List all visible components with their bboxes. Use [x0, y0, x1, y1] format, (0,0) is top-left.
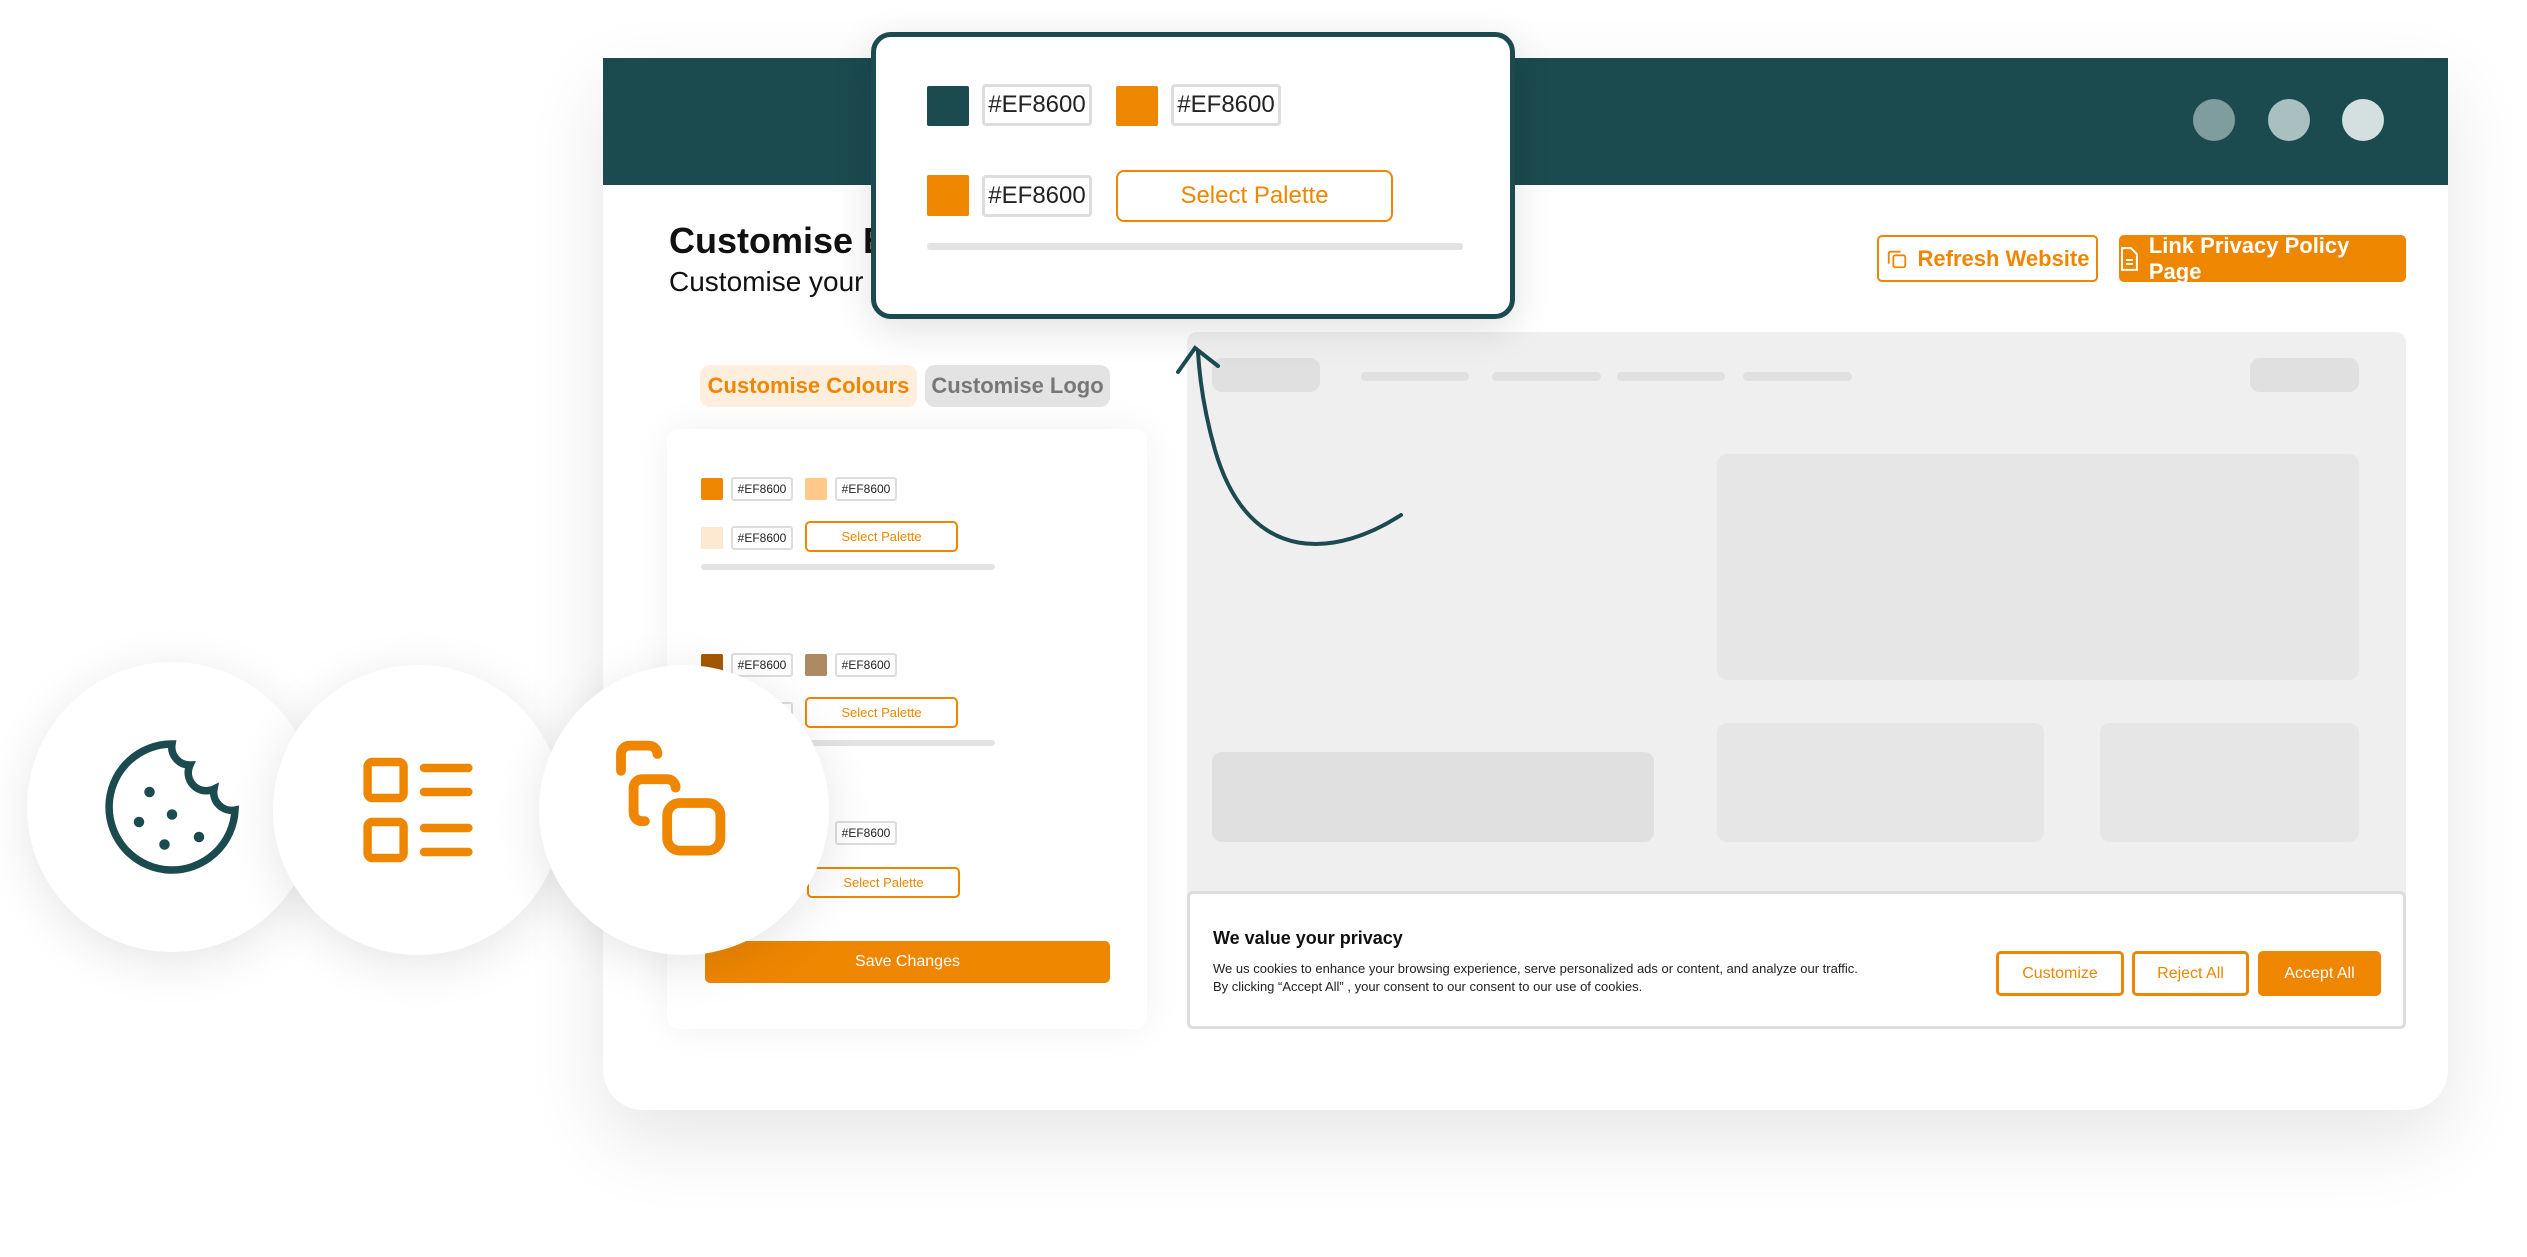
link-privacy-label: Link Privacy Policy Page	[2148, 232, 2350, 284]
tab-customise-logo[interactable]: Customise Logo	[925, 365, 1110, 407]
accept-all-button[interactable]: Accept All	[2258, 951, 2381, 996]
window-dot[interactable]	[2268, 99, 2310, 141]
select-palette-button[interactable]: Select Palette	[805, 697, 958, 728]
copy-icon	[1887, 250, 1906, 268]
preview-hero-placeholder	[1717, 454, 2359, 680]
preview-block-placeholder	[1717, 723, 2044, 842]
list-icon	[363, 757, 473, 863]
preview-nav-placeholder	[1492, 372, 1601, 381]
popup-swatch[interactable]	[1116, 86, 1158, 126]
arrow-icon	[1176, 345, 1403, 546]
popup-swatch[interactable]	[927, 86, 969, 126]
preview-nav-placeholder	[1617, 372, 1725, 381]
feature-circle	[539, 665, 829, 955]
hex-input[interactable]: #EF8600	[835, 653, 897, 677]
banner-text: By clicking “Accept All” , your consent …	[1213, 979, 1643, 994]
popup-hex-input[interactable]: #EF8600	[1171, 84, 1281, 126]
palette-divider	[701, 564, 995, 570]
customize-button[interactable]: Customize	[1996, 951, 2124, 996]
hex-input[interactable]: #EF8600	[835, 477, 897, 501]
color-swatch[interactable]	[805, 478, 827, 500]
select-palette-button[interactable]: Select Palette	[805, 521, 958, 552]
banner-text: We us cookies to enhance your browsing e…	[1213, 961, 1858, 976]
hex-input[interactable]: #EF8600	[731, 477, 793, 501]
copy-icon	[616, 740, 726, 856]
link-privacy-policy-button[interactable]: Link Privacy Policy Page	[2119, 232, 2406, 284]
preview-block-placeholder	[2100, 723, 2359, 842]
popup-hex-input[interactable]: #EF8600	[982, 84, 1092, 126]
select-palette-button[interactable]: Select Palette	[807, 867, 960, 898]
preview-nav-placeholder	[1743, 372, 1852, 381]
color-swatch[interactable]	[805, 654, 827, 676]
reject-all-button[interactable]: Reject All	[2132, 951, 2249, 996]
refresh-label: Refresh Website	[1917, 245, 2090, 271]
cookie-icon	[105, 740, 239, 874]
hex-input[interactable]: #EF8600	[731, 653, 793, 677]
window-dot[interactable]	[2342, 99, 2384, 141]
save-changes-button[interactable]: Save Changes	[705, 941, 1110, 983]
page-subtitle: Customise your co	[669, 266, 901, 297]
window-dot[interactable]	[2193, 99, 2235, 141]
popup-swatch[interactable]	[927, 175, 969, 216]
preview-button-placeholder	[2250, 358, 2359, 392]
feature-circle	[273, 665, 563, 955]
popup-divider	[927, 243, 1463, 250]
tab-customise-colours[interactable]: Customise Colours	[700, 365, 917, 407]
color-swatch[interactable]	[701, 527, 723, 549]
hex-input[interactable]: #EF8600	[731, 526, 793, 550]
refresh-website-button[interactable]: Refresh Website	[1877, 235, 2098, 282]
popup-select-palette-button[interactable]: Select Palette	[1116, 170, 1393, 222]
hex-input[interactable]: #EF8600	[835, 821, 897, 845]
banner-title: We value your privacy	[1213, 928, 1403, 948]
document-icon	[2120, 246, 2138, 271]
popup-hex-input[interactable]: #EF8600	[982, 175, 1092, 217]
color-swatch[interactable]	[701, 478, 723, 500]
preview-block-placeholder	[1212, 752, 1654, 842]
